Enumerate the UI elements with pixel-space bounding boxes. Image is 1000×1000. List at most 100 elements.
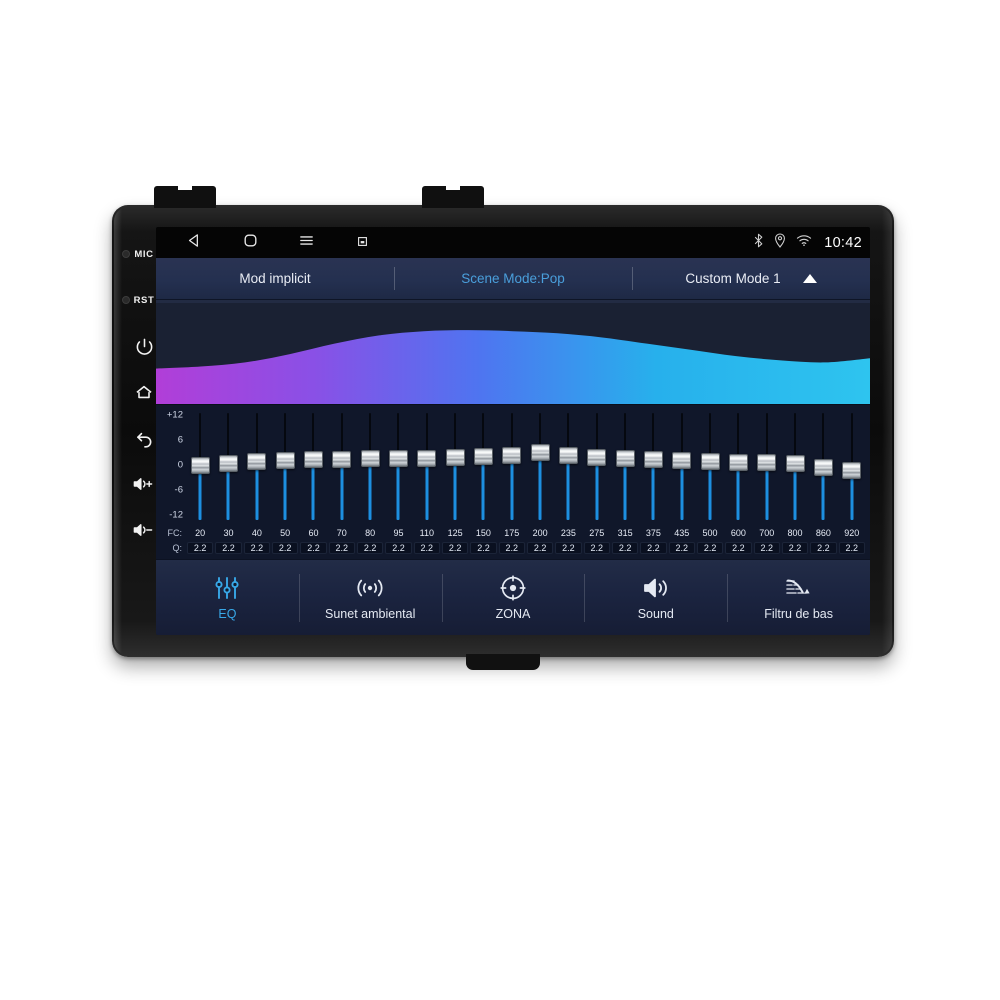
nav-menu-button[interactable] [278, 227, 334, 258]
eq-band-knob[interactable] [332, 450, 352, 468]
eq-band-knob[interactable] [360, 450, 380, 468]
back-button[interactable] [122, 415, 166, 461]
eq-band[interactable] [271, 407, 299, 526]
eq-band[interactable] [243, 407, 271, 526]
eq-band-knob[interactable] [275, 452, 295, 470]
eq-band-knob[interactable] [558, 446, 578, 464]
q-value[interactable]: 2.2 [781, 542, 809, 554]
eq-band[interactable] [356, 407, 384, 526]
recent-apps-icon [357, 234, 368, 252]
eq-band-fill [198, 472, 202, 520]
q-value[interactable]: 2.2 [668, 542, 695, 554]
eq-band[interactable] [441, 407, 469, 526]
eq-band-knob[interactable] [247, 453, 267, 471]
eq-band-knob[interactable] [700, 453, 720, 471]
nav-back-button[interactable] [166, 227, 222, 258]
q-value[interactable]: 2.2 [328, 542, 355, 554]
q-value[interactable]: 2.2 [271, 542, 299, 554]
q-value[interactable]: 2.2 [187, 542, 214, 554]
toolbar-item-filtru-de-bas[interactable]: Filtru de bas [727, 560, 870, 635]
eq-band-knob[interactable] [388, 450, 408, 467]
eq-band-knob[interactable] [190, 456, 210, 474]
eq-band-knob[interactable] [785, 454, 805, 472]
eq-band-fill [566, 462, 570, 520]
nav-recent-button[interactable] [334, 227, 390, 258]
eq-band-knob[interactable] [587, 448, 607, 466]
q-value[interactable]: 2.2 [611, 542, 639, 554]
eq-band-knob[interactable] [615, 450, 635, 468]
q-value[interactable]: 2.2 [725, 542, 752, 554]
toolbar-item-sound[interactable]: Sound [584, 560, 727, 635]
eq-band-knob[interactable] [218, 454, 238, 472]
q-value[interactable]: 2.2 [838, 542, 865, 554]
caret-up-icon[interactable] [802, 274, 817, 283]
eq-band-knob[interactable] [842, 461, 862, 479]
eq-band[interactable] [214, 407, 242, 526]
toolbar-item-zona[interactable]: ZONA [441, 560, 585, 635]
q-value[interactable]: 2.2 [526, 542, 554, 554]
home-button[interactable] [122, 369, 166, 415]
home-icon [134, 382, 154, 402]
toolbar-item-eq[interactable]: EQ [156, 560, 299, 635]
eq-band-knob[interactable] [643, 451, 663, 469]
q-value[interactable]: 2.2 [441, 542, 469, 554]
eq-band[interactable] [639, 407, 667, 526]
equalizer-bands [186, 407, 866, 526]
eq-band-knob[interactable] [728, 453, 748, 471]
eq-band-knob[interactable] [303, 451, 323, 469]
custom-mode-button[interactable]: Custom Mode 1 [632, 258, 870, 299]
q-value[interactable]: 2.2 [243, 542, 270, 554]
scene-mode-button[interactable]: Scene Mode:Pop [394, 258, 632, 299]
eq-band[interactable] [696, 407, 724, 526]
power-button[interactable] [122, 323, 166, 369]
fc-value: 125 [447, 528, 463, 538]
q-value[interactable]: 2.2 [413, 542, 440, 554]
eq-band[interactable] [554, 407, 582, 526]
eq-band[interactable] [469, 407, 497, 526]
eq-band[interactable] [384, 407, 412, 526]
q-value[interactable]: 2.2 [753, 542, 780, 554]
volume-up-button[interactable] [122, 461, 166, 507]
q-value[interactable]: 2.2 [300, 542, 327, 554]
eq-band[interactable] [838, 407, 866, 526]
q-value[interactable]: 2.2 [385, 542, 412, 554]
eq-band[interactable] [413, 407, 441, 526]
toolbar-item-sunet-ambiental[interactable]: Sunet ambiental [298, 560, 442, 635]
eq-band-fill [283, 467, 287, 520]
eq-band[interactable] [583, 407, 611, 526]
q-value[interactable]: 2.2 [640, 542, 667, 554]
eq-band-knob[interactable] [502, 446, 522, 464]
eq-band[interactable] [526, 407, 554, 526]
eq-band-fill [510, 462, 514, 520]
bottom-toolbar: EQ Sunet ambiental ZONA Sound Filtru de bas [156, 559, 870, 635]
q-value[interactable]: 2.2 [356, 542, 384, 554]
volume-down-button[interactable] [122, 507, 166, 553]
eq-band[interactable] [299, 407, 327, 526]
q-value[interactable]: 2.2 [470, 542, 497, 554]
q-value[interactable]: 2.2 [583, 542, 610, 554]
eq-band-knob[interactable] [473, 447, 493, 465]
q-value[interactable]: 2.2 [498, 542, 525, 554]
eq-band[interactable] [328, 407, 356, 526]
nav-home-button[interactable] [222, 227, 278, 258]
eq-band-knob[interactable] [672, 452, 692, 470]
q-value[interactable]: 2.2 [555, 542, 582, 554]
q-value[interactable]: 2.2 [215, 542, 242, 554]
eq-band-knob[interactable] [530, 443, 550, 461]
eq-band[interactable] [753, 407, 781, 526]
eq-band-knob[interactable] [757, 454, 777, 472]
eq-band[interactable] [498, 407, 526, 526]
eq-band-knob[interactable] [417, 449, 437, 467]
eq-band-knob[interactable] [813, 459, 833, 477]
eq-band-knob[interactable] [445, 448, 465, 466]
eq-band[interactable] [724, 407, 752, 526]
eq-band[interactable] [809, 407, 837, 526]
eq-band[interactable] [781, 407, 809, 526]
eq-band[interactable] [611, 407, 639, 526]
q-value[interactable]: 2.2 [696, 542, 724, 554]
default-mode-button[interactable]: Mod implicit [156, 258, 394, 299]
fc-value: 175 [504, 528, 520, 538]
eq-band[interactable] [186, 407, 214, 526]
eq-band[interactable] [668, 407, 696, 526]
q-value[interactable]: 2.2 [810, 542, 837, 554]
